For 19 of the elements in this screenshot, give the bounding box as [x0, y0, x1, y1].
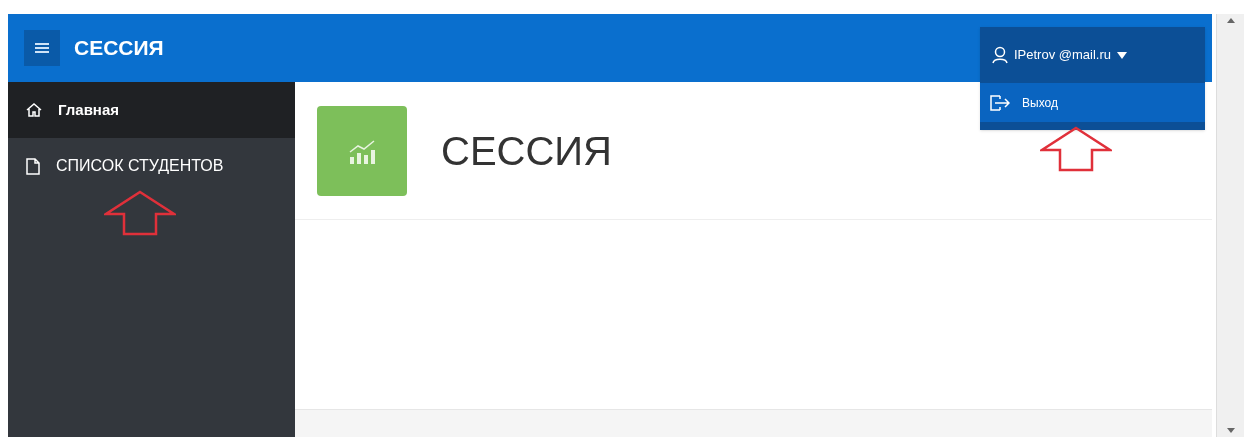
- scrollbar[interactable]: [1216, 14, 1244, 437]
- home-icon: [26, 102, 42, 118]
- bar-chart-icon: [348, 137, 376, 164]
- caret-icon: [1117, 51, 1127, 59]
- sidebar-item[interactable]: СПИСОК СТУДЕНТОВ: [8, 138, 295, 194]
- up-arrow-icon: [1040, 126, 1112, 172]
- scroll-up-icon: [1226, 18, 1235, 23]
- user-icon: [992, 46, 1008, 64]
- scroll-down-icon: [1226, 428, 1235, 433]
- page-title: СЕССИЯ: [441, 127, 612, 175]
- app-title: СЕССИЯ: [74, 35, 164, 62]
- menu-icon: [35, 42, 49, 54]
- exit-icon: [990, 94, 1010, 111]
- logout-menu-item[interactable]: Выход: [980, 83, 1205, 130]
- document-icon: [26, 157, 40, 175]
- sidebar-item[interactable]: Главная: [8, 82, 295, 138]
- user-menu-button[interactable]: IPetrov @mail.ru: [980, 27, 1205, 83]
- up-arrow-icon: [104, 190, 176, 236]
- menu-button[interactable]: [24, 30, 60, 66]
